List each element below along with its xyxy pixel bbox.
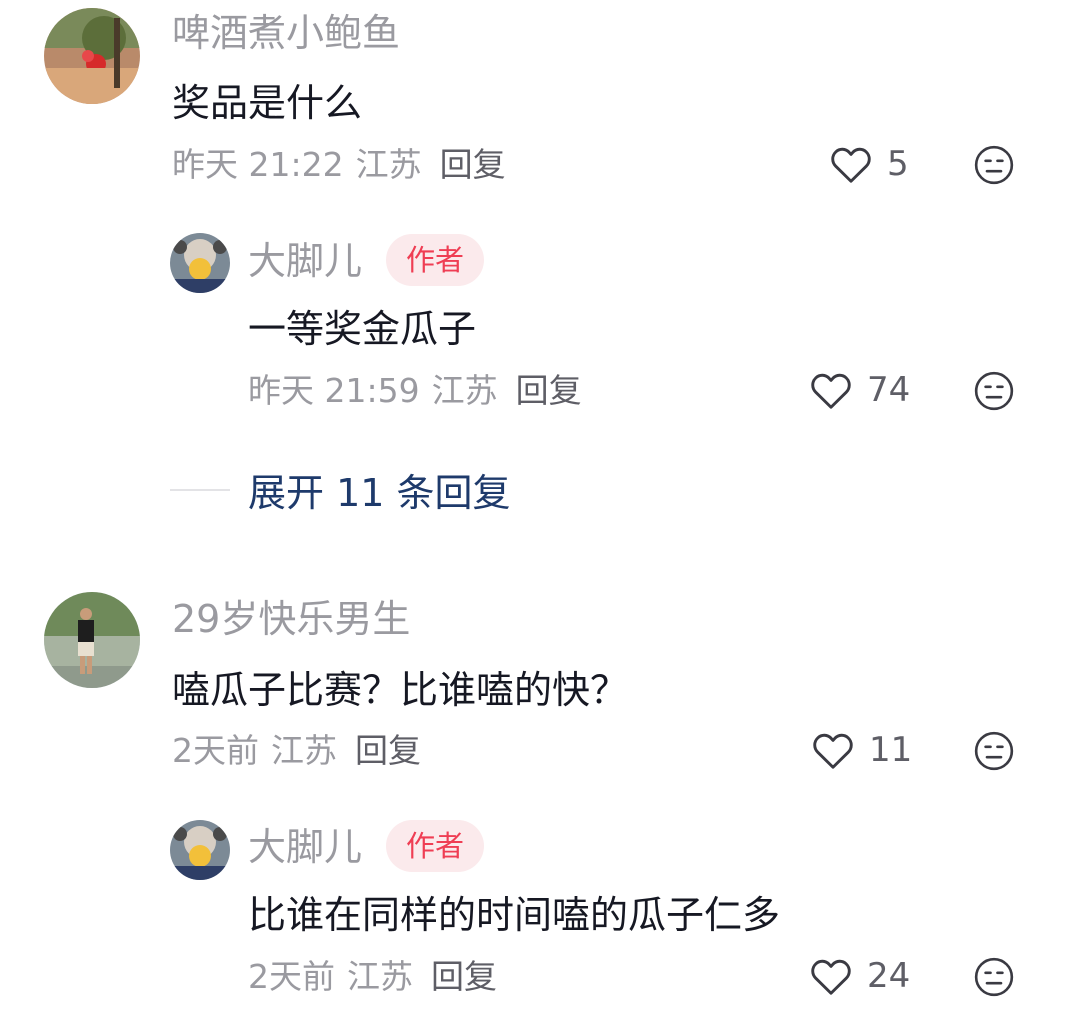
reply-text: 一等奖金瓜子 (248, 307, 477, 351)
avatar[interactable] (44, 8, 140, 104)
reply-location: 江苏 (347, 957, 413, 996)
reply-meta: 2天前 江苏 回复 (248, 960, 497, 993)
like-button[interactable]: 11 (811, 727, 912, 773)
reply-button[interactable]: 回复 (516, 371, 582, 410)
avatar[interactable] (170, 820, 230, 880)
meh-face-icon[interactable] (973, 730, 1015, 772)
comment-location: 江苏 (271, 731, 337, 770)
heart-outline-icon (811, 959, 851, 995)
comment-username[interactable]: 29岁快乐男生 (172, 600, 410, 638)
heart-outline-icon (813, 733, 853, 769)
author-badge: 作者 (386, 234, 485, 286)
like-count: 24 (867, 956, 911, 996)
like-button[interactable]: 5 (829, 141, 909, 187)
comment-time: 昨天 21:22 (172, 145, 344, 184)
like-count: 5 (887, 144, 909, 184)
meh-face-icon[interactable] (973, 370, 1015, 412)
meh-face-icon[interactable] (973, 144, 1015, 186)
divider (170, 488, 230, 491)
reply-time: 昨天 21:59 (248, 371, 420, 410)
comment-meta: 昨天 21:22 江苏 回复 (172, 148, 506, 181)
heart-outline-icon (831, 147, 871, 183)
reply-username[interactable]: 大脚儿 (248, 828, 362, 866)
comment-meta: 2天前 江苏 回复 (172, 734, 421, 767)
comment-time: 2天前 (172, 731, 259, 770)
comment-text: 嗑瓜子比赛？比谁嗑的快？ (172, 668, 629, 712)
avatar[interactable] (170, 233, 230, 293)
expand-replies-button[interactable]: 展开 11 条回复 (170, 462, 511, 517)
reply-button[interactable]: 回复 (440, 145, 506, 184)
comment-list: 啤酒煮小鲍鱼 奖品是什么 昨天 21:22 江苏 回复 5 大脚儿 作者 一等奖… (0, 0, 1079, 1024)
like-count: 74 (867, 370, 911, 410)
reply-location: 江苏 (431, 371, 498, 410)
reply-text: 比谁在同样的时间嗑的瓜子仁多 (248, 893, 781, 937)
like-button[interactable]: 24 (809, 953, 910, 999)
avatar[interactable] (44, 592, 140, 688)
reply-button[interactable]: 回复 (355, 731, 421, 770)
meh-face-icon[interactable] (973, 956, 1015, 998)
like-count: 11 (869, 730, 913, 770)
heart-outline-icon (811, 373, 851, 409)
expand-replies-label: 展开 11 条回复 (248, 471, 511, 515)
comment-username[interactable]: 啤酒煮小鲍鱼 (172, 14, 400, 52)
author-badge: 作者 (386, 820, 485, 872)
comment-location: 江苏 (355, 145, 422, 184)
comment-text: 奖品是什么 (172, 81, 363, 125)
reply-button[interactable]: 回复 (431, 957, 497, 996)
reply-time: 2天前 (248, 957, 335, 996)
reply-username[interactable]: 大脚儿 (248, 242, 362, 280)
like-button[interactable]: 74 (809, 367, 910, 413)
reply-meta: 昨天 21:59 江苏 回复 (248, 374, 582, 407)
